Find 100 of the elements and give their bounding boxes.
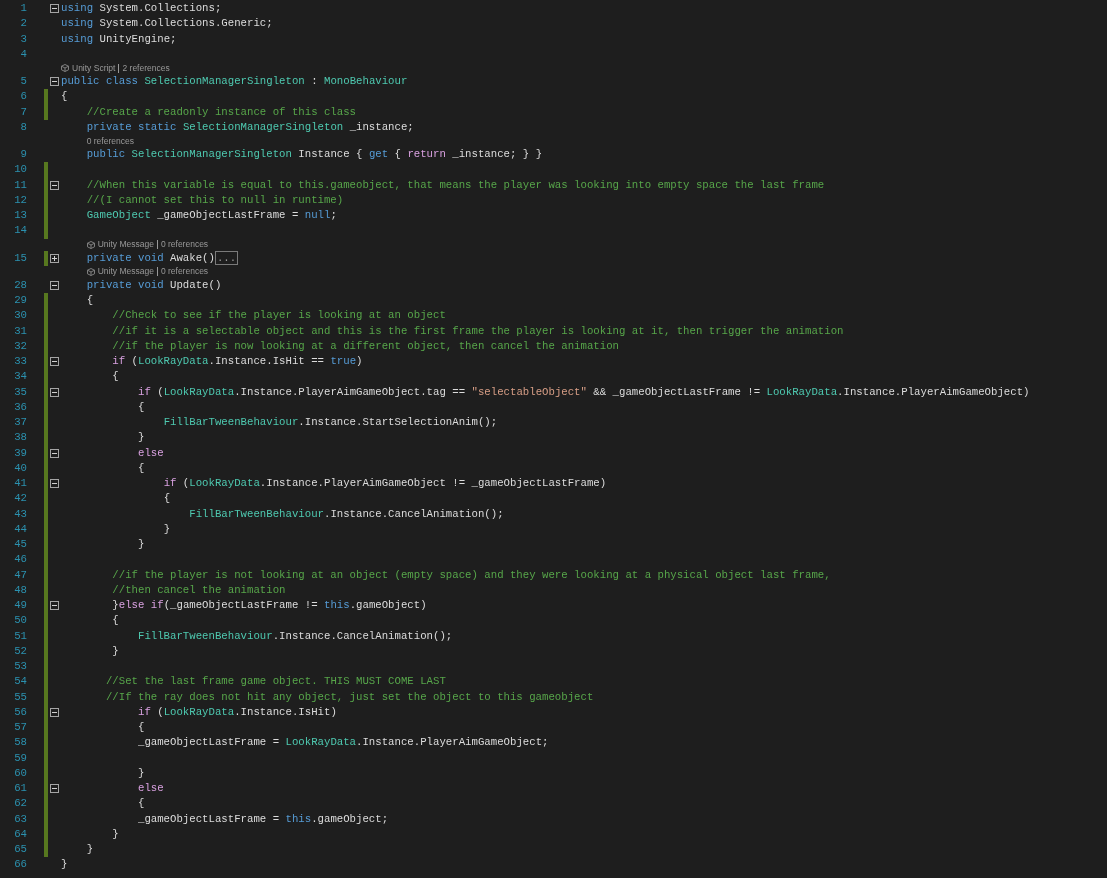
expand-icon[interactable] [50,253,59,263]
code-line: } [61,857,68,873]
line-number: 34 [13,369,27,385]
code-line: _gameObjectLastFrame = this.gameObject; [137,811,389,827]
line-number: 51 [13,628,27,644]
code-line: { [112,369,119,385]
code-line: FillBarTweenBehaviour.Instance.CancelAnimation(); [189,506,504,522]
code-line: } [112,826,119,842]
line-number: 45 [13,537,27,552]
collapse-icon[interactable] [50,387,59,397]
code-line: else [137,445,164,461]
code-line: private void Update() [86,277,222,293]
line-number: 3 [19,31,27,47]
line-number: 28 [13,277,27,293]
line-number: 54 [13,674,27,690]
line-number: 11 [13,177,27,193]
references-link[interactable]: 0 references [160,265,209,279]
code-line: FillBarTweenBehaviour.Instance.StartSelectionAnim(); [163,415,498,430]
line-number: 57 [13,720,27,735]
code-comment: //Set the last frame game object. THIS MUST COME LAST [105,674,446,690]
codelens-label: Unity Message [97,265,154,279]
line-number: 50 [13,613,27,629]
line-number: 41 [13,476,27,491]
line-number: 44 [13,521,27,537]
code-line: private void Awake() [86,250,215,266]
line-number: 62 [13,796,27,812]
line-number: 10 [13,162,27,178]
line-number: 9 [19,147,27,162]
line-number: 63 [13,811,27,827]
line-number: 61 [13,781,27,796]
code-comment: //if it is a selectable object and this is the first frame the player is looking at it, then trigger the animation [112,323,844,339]
line-number: 64 [13,826,27,842]
line-number: 6 [19,89,27,105]
code-line: using System.Collections.Generic; [61,16,273,32]
code-line: }else if(_gameObjectLastFrame != this.gameObject) [112,598,427,613]
collapse-icon[interactable] [50,180,59,190]
collapsed-code-indicator[interactable]: ... [214,251,239,266]
line-number: 40 [13,460,27,476]
line-number: 48 [13,582,27,598]
line-number: 38 [13,430,27,446]
code-comment: //(I cannot set this to null in runtime) [86,192,344,208]
codelens-label: Unity Message [97,238,154,251]
code-line: } [137,765,145,781]
line-number: 49 [13,598,27,613]
code-line: { [137,796,145,812]
line-number: 35 [13,384,27,400]
line-number: 42 [13,491,27,507]
code-line: { [137,720,145,735]
code-line: FillBarTweenBehaviour.Instance.CancelAnimation(); [137,628,453,644]
collapse-icon[interactable] [50,448,59,458]
line-number: 46 [13,552,27,568]
references-link[interactable]: 0 references [86,134,134,148]
line-number: 36 [13,399,27,415]
line-number: 65 [13,842,27,857]
code-line: GameObject _gameObjectLastFrame = null; [86,208,337,223]
cube-icon [86,267,95,276]
references-link[interactable]: 2 references [122,61,170,75]
code-line: private static SelectionManagerSingleton _instance; [86,119,414,135]
collapse-icon[interactable] [50,707,59,717]
collapse-icon[interactable] [50,784,59,794]
collapse-icon[interactable] [50,601,59,611]
code-line: } [86,842,94,857]
code-comment: //then cancel the animation [112,582,286,598]
collapse-icon[interactable] [50,4,59,14]
line-number: 12 [13,192,27,208]
code-comment: //Create a readonly instance of this class [86,104,357,120]
code-comment: //if the player is now looking at a different object, then cancel the animation [112,338,619,354]
code-line: public SelectionManagerSingleton Instance { get { return _instance; } } [86,147,543,162]
line-number: 13 [13,208,27,223]
code-line: } [137,537,145,552]
code-line: public class SelectionManagerSingleton : MonoBehaviour [61,74,408,89]
line-number: 29 [13,293,27,308]
code-line: } [163,521,171,537]
code-line: { [112,613,119,629]
line-number: 14 [13,223,27,239]
line-number: 33 [13,354,27,369]
collapse-icon[interactable] [50,77,59,87]
cube-icon [61,64,69,72]
line-number: 39 [13,445,27,461]
collapse-icon[interactable] [50,280,59,290]
references-link[interactable]: 0 references [160,238,209,251]
code-line: else [137,781,164,796]
code-comment: //if the player is not looking at an object (empty space) and they were looking at a physical object last frame, [112,567,831,583]
line-number: 15 [13,250,27,266]
code-line: { [61,89,68,105]
code-line: if (LookRayData.Instance.IsHit) [137,704,337,720]
collapse-icon[interactable] [50,479,59,489]
line-number: 60 [13,765,27,781]
collapse-icon[interactable] [50,357,59,367]
code-line: if (LookRayData.Instance.PlayerAimGameObject != _gameObjectLastFrame) [163,476,607,491]
code-line: } [112,643,119,659]
code-line: if (LookRayData.Instance.PlayerAimGameObject.tag == "selectableObject" && _gameObjectLastFrame != LookRayData.Instance.PlayerAimGameObject) [137,384,1030,400]
line-number: 1 [19,1,27,16]
line-number: 59 [13,750,27,766]
code-line: { [137,460,145,476]
codelens-label: Unity Script [72,61,116,75]
line-number: 37 [13,415,27,430]
code-line: } [137,430,145,446]
line-number: 66 [13,857,27,873]
line-number: 4 [19,46,27,62]
